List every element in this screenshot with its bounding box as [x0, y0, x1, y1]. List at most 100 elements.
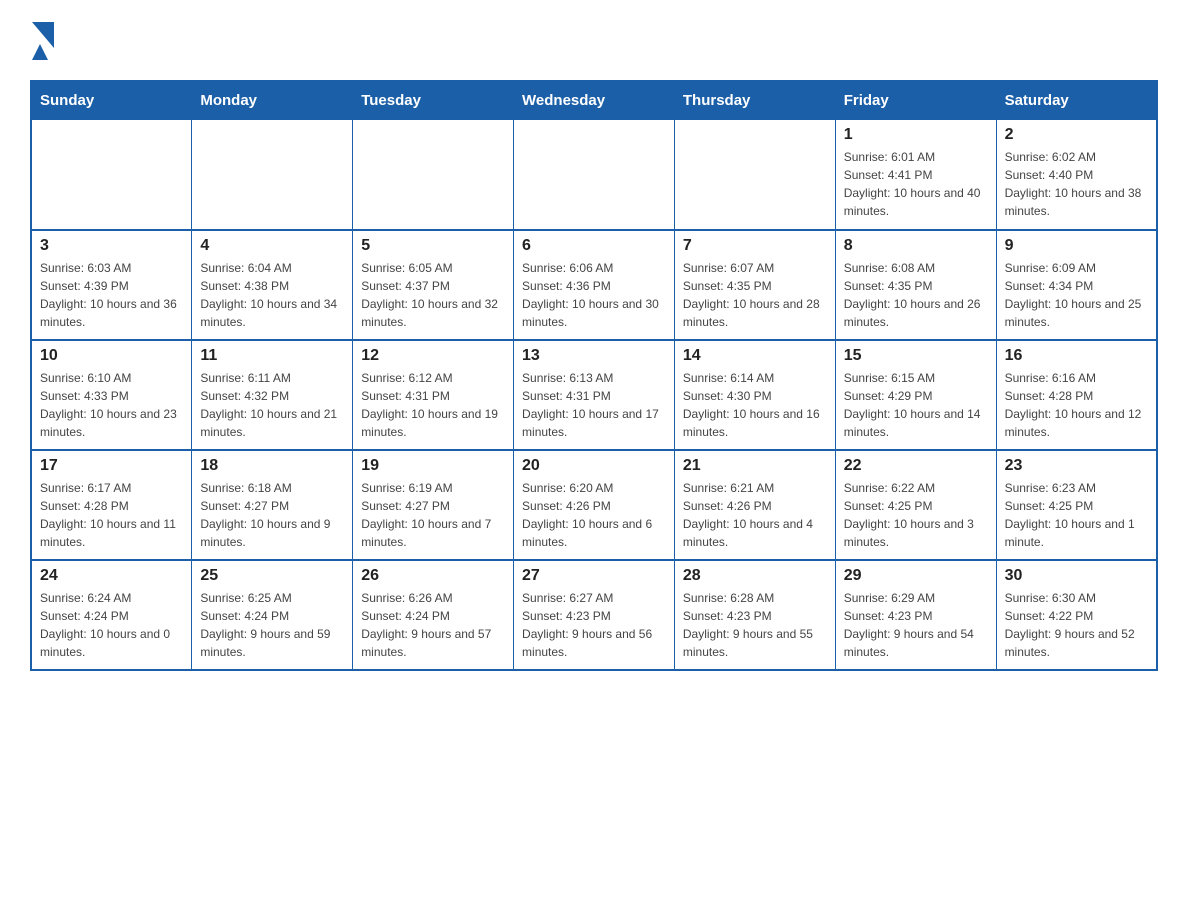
calendar-table: Sunday Monday Tuesday Wednesday Thursday… — [30, 80, 1158, 671]
day-number: 20 — [522, 457, 666, 475]
day-info: Sunrise: 6:21 AMSunset: 4:26 PMDaylight:… — [683, 479, 827, 551]
day-info: Sunrise: 6:24 AMSunset: 4:24 PMDaylight:… — [40, 589, 183, 661]
day-info: Sunrise: 6:22 AMSunset: 4:25 PMDaylight:… — [844, 479, 988, 551]
calendar-cell: 10 Sunrise: 6:10 AMSunset: 4:33 PMDayligh… — [31, 340, 192, 450]
day-info: Sunrise: 6:13 AMSunset: 4:31 PMDaylight:… — [522, 369, 666, 441]
day-number: 12 — [361, 347, 505, 365]
calendar-cell: 4 Sunrise: 6:04 AMSunset: 4:38 PMDaylight… — [192, 230, 353, 340]
calendar-cell: 12Sunrise: 6:12 AMSunset: 4:31 PMDayligh… — [353, 340, 514, 450]
calendar-cell: 9 Sunrise: 6:09 AMSunset: 4:34 PMDaylight… — [996, 230, 1157, 340]
day-info: Sunrise: 6:10 AMSunset: 4:33 PMDaylight:… — [40, 369, 183, 441]
day-info: Sunrise: 6:06 AMSunset: 4:36 PMDaylight:… — [522, 259, 666, 331]
day-number: 11 — [200, 347, 344, 365]
calendar-cell: 16Sunrise: 6:16 AMSunset: 4:28 PMDayligh… — [996, 340, 1157, 450]
day-number: 8 — [844, 237, 988, 255]
day-number: 18 — [200, 457, 344, 475]
day-number: 30 — [1005, 567, 1148, 585]
day-info: Sunrise: 6:23 AMSunset: 4:25 PMDaylight:… — [1005, 479, 1148, 551]
day-info: Sunrise: 6:03 AMSunset: 4:39 PMDaylight:… — [40, 259, 183, 331]
day-info: Sunrise: 6:16 AMSunset: 4:28 PMDaylight:… — [1005, 369, 1148, 441]
calendar-cell: 20Sunrise: 6:20 AMSunset: 4:26 PMDayligh… — [514, 450, 675, 560]
day-number: 26 — [361, 567, 505, 585]
day-number: 14 — [683, 347, 827, 365]
day-info: Sunrise: 6:30 AMSunset: 4:22 PMDaylight:… — [1005, 589, 1148, 661]
col-tuesday: Tuesday — [353, 81, 514, 120]
day-info: Sunrise: 6:14 AMSunset: 4:30 PMDaylight:… — [683, 369, 827, 441]
week-row-3: 10 Sunrise: 6:10 AMSunset: 4:33 PMDayligh… — [31, 340, 1157, 450]
day-info: Sunrise: 6:29 AMSunset: 4:23 PMDaylight:… — [844, 589, 988, 661]
col-thursday: Thursday — [674, 81, 835, 120]
day-number: 24 — [40, 567, 183, 585]
page-header — [30, 20, 1158, 60]
calendar-cell: 17 Sunrise: 6:17 AMSunset: 4:28 PMDayligh… — [31, 450, 192, 560]
day-number: 17 — [40, 457, 183, 475]
col-sunday: Sunday — [31, 81, 192, 120]
calendar-cell: 5 Sunrise: 6:05 AMSunset: 4:37 PMDaylight… — [353, 230, 514, 340]
calendar-cell: 27 Sunrise: 6:27 AMSunset: 4:23 PMDayligh… — [514, 560, 675, 670]
calendar-cell: 23 Sunrise: 6:23 AMSunset: 4:25 PMDayligh… — [996, 450, 1157, 560]
day-number: 5 — [361, 237, 505, 255]
calendar-cell: 11 Sunrise: 6:11 AMSunset: 4:32 PMDayligh… — [192, 340, 353, 450]
week-row-1: 1 Sunrise: 6:01 AMSunset: 4:41 PMDaylight… — [31, 120, 1157, 230]
calendar-cell — [353, 120, 514, 230]
week-row-2: 3 Sunrise: 6:03 AMSunset: 4:39 PMDaylight… — [31, 230, 1157, 340]
day-number: 21 — [683, 457, 827, 475]
day-number: 1 — [844, 126, 988, 144]
calendar-cell — [31, 120, 192, 230]
calendar-header-row: Sunday Monday Tuesday Wednesday Thursday… — [31, 81, 1157, 120]
day-info: Sunrise: 6:28 AMSunset: 4:23 PMDaylight:… — [683, 589, 827, 661]
week-row-4: 17 Sunrise: 6:17 AMSunset: 4:28 PMDayligh… — [31, 450, 1157, 560]
day-number: 7 — [683, 237, 827, 255]
logo — [30, 20, 54, 60]
calendar-cell — [674, 120, 835, 230]
day-number: 19 — [361, 457, 505, 475]
calendar-cell: 2 Sunrise: 6:02 AMSunset: 4:40 PMDaylight… — [996, 120, 1157, 230]
calendar-cell: 24 Sunrise: 6:24 AMSunset: 4:24 PMDayligh… — [31, 560, 192, 670]
day-info: Sunrise: 6:04 AMSunset: 4:38 PMDaylight:… — [200, 259, 344, 331]
calendar-cell: 6 Sunrise: 6:06 AMSunset: 4:36 PMDaylight… — [514, 230, 675, 340]
day-number: 22 — [844, 457, 988, 475]
day-info: Sunrise: 6:27 AMSunset: 4:23 PMDaylight:… — [522, 589, 666, 661]
day-info: Sunrise: 6:07 AMSunset: 4:35 PMDaylight:… — [683, 259, 827, 331]
day-number: 15 — [844, 347, 988, 365]
day-number: 23 — [1005, 457, 1148, 475]
calendar-cell: 19 Sunrise: 6:19 AMSunset: 4:27 PMDayligh… — [353, 450, 514, 560]
day-info: Sunrise: 6:11 AMSunset: 4:32 PMDaylight:… — [200, 369, 344, 441]
calendar-cell: 14 Sunrise: 6:14 AMSunset: 4:30 PMDayligh… — [674, 340, 835, 450]
calendar-cell: 7 Sunrise: 6:07 AMSunset: 4:35 PMDaylight… — [674, 230, 835, 340]
calendar-cell: 21 Sunrise: 6:21 AMSunset: 4:26 PMDayligh… — [674, 450, 835, 560]
calendar-cell: 29 Sunrise: 6:29 AMSunset: 4:23 PMDayligh… — [835, 560, 996, 670]
day-number: 9 — [1005, 237, 1148, 255]
day-info: Sunrise: 6:26 AMSunset: 4:24 PMDaylight:… — [361, 589, 505, 661]
day-number: 13 — [522, 347, 666, 365]
day-info: Sunrise: 6:17 AMSunset: 4:28 PMDaylight:… — [40, 479, 183, 551]
calendar-cell: 15Sunrise: 6:15 AMSunset: 4:29 PMDayligh… — [835, 340, 996, 450]
col-wednesday: Wednesday — [514, 81, 675, 120]
calendar-cell: 13 Sunrise: 6:13 AMSunset: 4:31 PMDayligh… — [514, 340, 675, 450]
day-number: 6 — [522, 237, 666, 255]
day-number: 2 — [1005, 126, 1148, 144]
day-number: 29 — [844, 567, 988, 585]
calendar-cell: 1 Sunrise: 6:01 AMSunset: 4:41 PMDaylight… — [835, 120, 996, 230]
day-info: Sunrise: 6:25 AMSunset: 4:24 PMDaylight:… — [200, 589, 344, 661]
day-number: 27 — [522, 567, 666, 585]
day-number: 10 — [40, 347, 183, 365]
calendar-cell: 26 Sunrise: 6:26 AMSunset: 4:24 PMDayligh… — [353, 560, 514, 670]
day-info: Sunrise: 6:02 AMSunset: 4:40 PMDaylight:… — [1005, 148, 1148, 220]
day-info: Sunrise: 6:05 AMSunset: 4:37 PMDaylight:… — [361, 259, 505, 331]
calendar-cell: 18 Sunrise: 6:18 AMSunset: 4:27 PMDayligh… — [192, 450, 353, 560]
day-number: 3 — [40, 237, 183, 255]
col-friday: Friday — [835, 81, 996, 120]
week-row-5: 24 Sunrise: 6:24 AMSunset: 4:24 PMDayligh… — [31, 560, 1157, 670]
calendar-cell: 30 Sunrise: 6:30 AMSunset: 4:22 PMDayligh… — [996, 560, 1157, 670]
calendar-cell: 22 Sunrise: 6:22 AMSunset: 4:25 PMDayligh… — [835, 450, 996, 560]
logo-blue-icon — [32, 44, 48, 60]
day-info: Sunrise: 6:01 AMSunset: 4:41 PMDaylight:… — [844, 148, 988, 220]
col-monday: Monday — [192, 81, 353, 120]
day-number: 28 — [683, 567, 827, 585]
day-number: 4 — [200, 237, 344, 255]
calendar-cell: 28 Sunrise: 6:28 AMSunset: 4:23 PMDayligh… — [674, 560, 835, 670]
day-info: Sunrise: 6:09 AMSunset: 4:34 PMDaylight:… — [1005, 259, 1148, 331]
day-info: Sunrise: 6:18 AMSunset: 4:27 PMDaylight:… — [200, 479, 344, 551]
day-info: Sunrise: 6:19 AMSunset: 4:27 PMDaylight:… — [361, 479, 505, 551]
